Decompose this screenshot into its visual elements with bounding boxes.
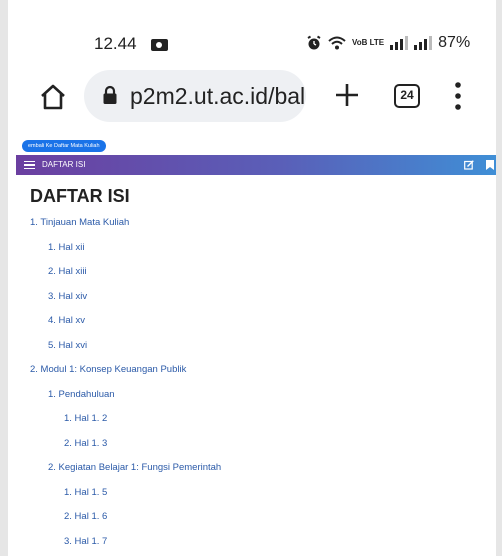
lock-icon — [103, 85, 117, 104]
browser-toolbar: p2m2.ut.ac.id/bal 24 — [8, 68, 496, 126]
toc-link[interactable]: 5. Hal xvi — [48, 340, 87, 351]
menu-icon[interactable] — [455, 82, 461, 110]
wifi-icon — [328, 36, 346, 50]
toc-link[interactable]: 1. Hal 1. 5 — [64, 487, 107, 498]
url-text: p2m2.ut.ac.id/bal — [130, 83, 306, 109]
toc-toolbar: DAFTAR ISI — [16, 155, 496, 175]
toc-link[interactable]: 1. Hal 1. 2 — [64, 413, 107, 424]
toc-link[interactable]: 1. Pendahuluan — [48, 389, 115, 400]
status-icons: VoB LTE 87% — [306, 34, 470, 52]
toc-link[interactable]: 2. Modul 1: Konsep Keuangan Publik — [30, 364, 186, 375]
toc-link[interactable]: 3. Hal xiv — [48, 291, 87, 302]
status-time: 12.44 — [94, 34, 137, 53]
bookmark-icon[interactable] — [486, 160, 494, 170]
toc-link[interactable]: 2. Hal 1. 6 — [64, 511, 107, 522]
new-tab-plus-icon[interactable] — [334, 82, 360, 108]
page-title: DAFTAR ISI — [30, 186, 130, 206]
alarm-icon — [307, 35, 321, 50]
toolbar-title: DAFTAR ISI — [42, 160, 86, 169]
toc-link[interactable]: 3. Hal 1. 7 — [64, 536, 107, 547]
signal-icon — [414, 36, 433, 50]
toc-link[interactable]: 1. Hal xii — [48, 242, 84, 253]
back-to-course-list-link[interactable]: embali Ke Daftar Mata Kuliah — [22, 140, 106, 152]
home-icon[interactable] — [38, 82, 68, 112]
toc-link[interactable]: 4. Hal xv — [48, 315, 85, 326]
toc-link[interactable]: 2. Hal 1. 3 — [64, 438, 107, 449]
signal-icon — [390, 36, 409, 50]
status-bar: 12.44 VoB LTE 87% — [8, 30, 496, 60]
screen-record-icon — [151, 39, 168, 51]
address-bar[interactable]: p2m2.ut.ac.id/bal — [84, 70, 306, 122]
phone-screen: 12.44 VoB LTE 87% p2m2.ut.ac.id/bal 24 e… — [0, 0, 502, 556]
edit-icon[interactable] — [464, 160, 474, 170]
hamburger-icon[interactable] — [24, 161, 35, 169]
toc-link[interactable]: 1. Tinjauan Mata Kuliah — [30, 217, 129, 228]
battery-percent: 87% — [438, 34, 471, 51]
network-type-label: VoB LTE — [352, 38, 385, 47]
toc-link[interactable]: 2. Kegiatan Belajar 1: Fungsi Pemerintah — [48, 462, 221, 473]
toc-link[interactable]: 2. Hal xiii — [48, 266, 87, 277]
tab-switcher-button[interactable]: 24 — [394, 84, 420, 108]
